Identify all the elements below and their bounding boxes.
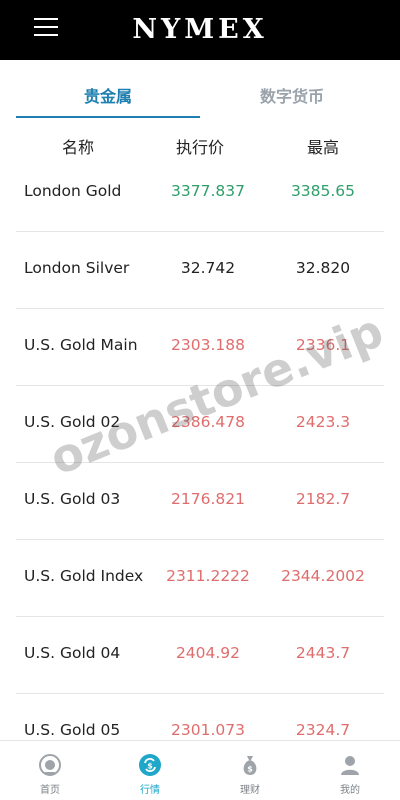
strike-price: 2303.188	[171, 336, 245, 354]
instrument-name: U.S. Gold 02	[24, 413, 121, 431]
strike-price: 2311.2222	[166, 567, 250, 585]
high-price: 2443.7	[295, 644, 351, 662]
strike-price: 2301.073	[171, 721, 245, 739]
strike-price: 2386.478	[171, 413, 245, 431]
table-row[interactable]: U.S. Gold 04 2404.92 2443.7	[0, 617, 400, 694]
instrument-name: U.S. Gold 04	[24, 644, 121, 662]
tab-precious-metals[interactable]: 贵金属	[16, 76, 200, 118]
instrument-name: U.S. Gold Index	[24, 567, 144, 585]
high-price: 2344.2002	[281, 567, 365, 585]
nav-label: 首页	[40, 785, 60, 796]
nav-item-profile[interactable]: 我的	[300, 741, 400, 800]
active-tab-indicator	[16, 116, 200, 118]
category-tabs: 贵金属 数字货币	[16, 76, 384, 118]
svg-text:$: $	[247, 765, 253, 774]
instrument-name: London Gold	[24, 182, 122, 200]
nav-item-home[interactable]: 首页	[0, 741, 100, 800]
instrument-name: U.S. Gold 03	[24, 490, 121, 508]
tab-digital-currency[interactable]: 数字货币	[200, 76, 384, 118]
table-row[interactable]: U.S. Gold 03 2176.821 2182.7	[0, 463, 400, 540]
profile-icon	[341, 756, 359, 775]
brand-logo: NYMEX	[132, 14, 268, 45]
strike-price: 2404.92	[175, 644, 241, 662]
top-bar: NYMEX	[0, 0, 400, 60]
strike-price: 32.742	[180, 259, 236, 277]
high-price: 2423.3	[295, 413, 351, 431]
table-row[interactable]: London Gold 3377.837 3385.65	[0, 155, 400, 232]
svg-text:$: $	[147, 762, 153, 771]
nav-item-market[interactable]: $ 行情	[100, 741, 200, 800]
nav-label: 理财	[240, 785, 260, 796]
table-row[interactable]: U.S. Gold Main 2303.188 2336.1	[0, 309, 400, 386]
nav-label: 行情	[140, 785, 160, 796]
high-price: 3385.65	[290, 182, 356, 200]
market-icon: $	[139, 754, 161, 776]
table-row[interactable]: London Silver 32.742 32.820	[0, 232, 400, 309]
strike-price: 2176.821	[171, 490, 245, 508]
money-bag-icon: $	[243, 756, 257, 775]
table-row[interactable]: U.S. Gold 02 2386.478 2423.3	[0, 386, 400, 463]
instrument-name: U.S. Gold Main	[24, 336, 138, 354]
high-price: 2336.1	[295, 336, 351, 354]
home-icon	[39, 754, 61, 776]
table-row[interactable]: U.S. Gold Index 2311.2222 2344.2002	[0, 540, 400, 617]
nav-label: 我的	[340, 785, 360, 796]
high-price: 32.820	[295, 259, 351, 277]
bottom-navigation: 首页 $ 行情 $ 理财 我的	[0, 740, 400, 800]
instrument-name: London Silver	[24, 259, 130, 277]
instrument-name: U.S. Gold 05	[24, 721, 121, 739]
high-price: 2182.7	[295, 490, 351, 508]
strike-price: 3377.837	[171, 182, 245, 200]
high-price: 2324.7	[295, 721, 351, 739]
nav-item-finance[interactable]: $ 理财	[200, 741, 300, 800]
